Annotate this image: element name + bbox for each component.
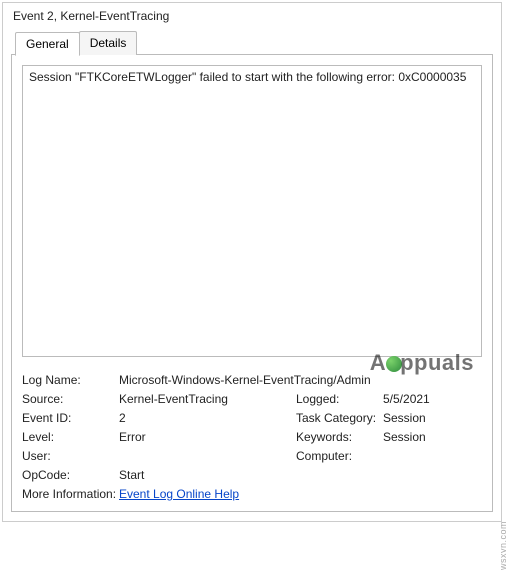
value-level: Error bbox=[119, 430, 294, 444]
label-level: Level: bbox=[22, 430, 117, 444]
label-user: User: bbox=[22, 449, 117, 463]
value-task-category: Session bbox=[383, 411, 482, 425]
event-properties-window: Event 2, Kernel-EventTracing General Det… bbox=[2, 2, 502, 522]
event-message-text: Session "FTKCoreETWLogger" failed to sta… bbox=[29, 70, 466, 84]
label-logged: Logged: bbox=[296, 392, 381, 406]
label-event-id: Event ID: bbox=[22, 411, 117, 425]
source-credit: wsxyn.com bbox=[498, 521, 506, 570]
event-message-box[interactable]: Session "FTKCoreETWLogger" failed to sta… bbox=[22, 65, 482, 357]
label-log-name: Log Name: bbox=[22, 373, 117, 387]
label-task-category: Task Category: bbox=[296, 411, 381, 425]
label-more-info: More Information: bbox=[22, 487, 117, 501]
label-opcode: OpCode: bbox=[22, 468, 117, 482]
value-computer bbox=[383, 449, 482, 463]
value-logged: 5/5/2021 bbox=[383, 392, 482, 406]
label-computer: Computer: bbox=[296, 449, 381, 463]
tab-general[interactable]: General bbox=[15, 32, 80, 56]
tab-strip: General Details bbox=[3, 31, 501, 55]
value-event-id: 2 bbox=[119, 411, 294, 425]
tab-details-label: Details bbox=[90, 36, 127, 50]
value-more-info: Event Log Online Help bbox=[119, 487, 482, 501]
value-log-name: Microsoft-Windows-Kernel-EventTracing/Ad… bbox=[119, 373, 482, 387]
value-opcode: Start bbox=[119, 468, 482, 482]
tab-details[interactable]: Details bbox=[79, 31, 138, 55]
tab-general-label: General bbox=[26, 37, 69, 51]
value-keywords: Session bbox=[383, 430, 482, 444]
label-source: Source: bbox=[22, 392, 117, 406]
event-properties-grid: Log Name: Microsoft-Windows-Kernel-Event… bbox=[12, 367, 492, 511]
value-source: Kernel-EventTracing bbox=[119, 392, 294, 406]
link-event-log-online-help[interactable]: Event Log Online Help bbox=[119, 487, 239, 501]
value-user bbox=[119, 449, 294, 463]
label-keywords: Keywords: bbox=[296, 430, 381, 444]
window-title: Event 2, Kernel-EventTracing bbox=[3, 3, 501, 31]
tab-content-general: Session "FTKCoreETWLogger" failed to sta… bbox=[11, 54, 493, 512]
